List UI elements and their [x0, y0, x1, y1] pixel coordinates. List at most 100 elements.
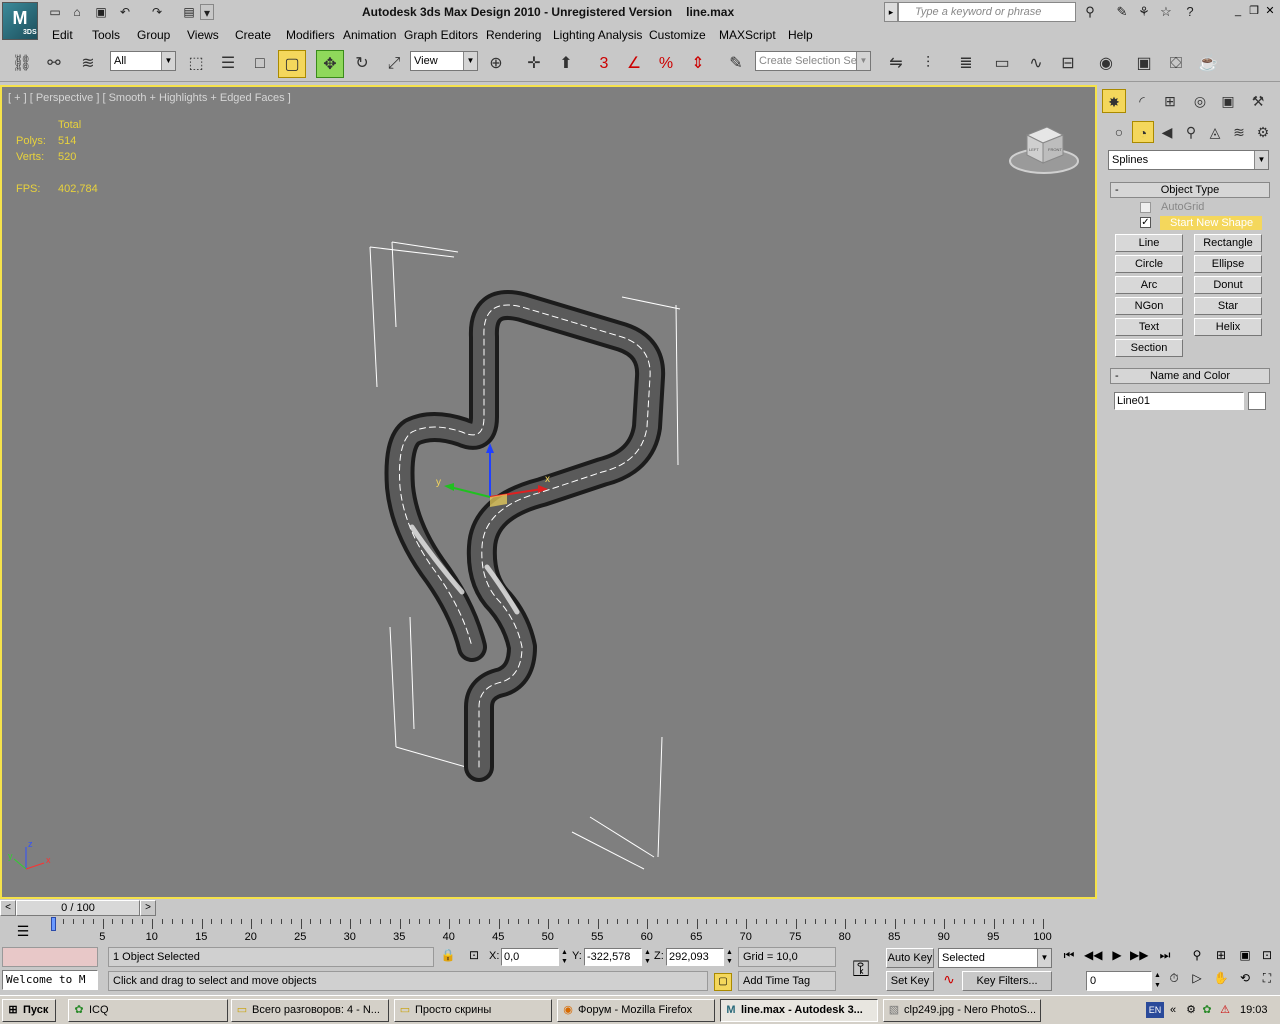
rectangle-button[interactable]: Rectangle: [1194, 234, 1262, 252]
ellipse-button[interactable]: Ellipse: [1194, 255, 1262, 273]
menu-help[interactable]: Help: [788, 28, 813, 42]
circle-button[interactable]: Circle: [1115, 255, 1183, 273]
angle-snap-icon[interactable]: ∠: [620, 50, 648, 78]
help-icon[interactable]: ?: [1180, 3, 1200, 21]
x-coord-input[interactable]: 0,0: [501, 948, 559, 966]
save-icon[interactable]: ▣: [92, 4, 110, 20]
menu-animation[interactable]: Animation: [343, 28, 396, 42]
named-selection-dropdown[interactable]: Create Selection Se ▼: [755, 51, 871, 71]
add-time-tag-button[interactable]: Add Time Tag: [738, 971, 836, 991]
time-next-button[interactable]: >: [140, 900, 156, 916]
current-frame-marker[interactable]: [51, 917, 56, 931]
select-object-icon[interactable]: ⬚: [182, 50, 210, 78]
menu-group[interactable]: Group: [137, 28, 170, 42]
time-slider[interactable]: < 0 / 100 >: [0, 899, 1097, 917]
field-of-view-icon[interactable]: ▷: [1188, 971, 1206, 989]
new-file-icon[interactable]: ▭: [46, 4, 64, 20]
arc-button[interactable]: Arc: [1115, 276, 1183, 294]
menu-tools[interactable]: Tools: [92, 28, 120, 42]
go-to-start-icon[interactable]: ⏮: [1060, 948, 1078, 966]
mini-curve-editor-icon[interactable]: ☰: [12, 923, 34, 941]
text-button[interactable]: Text: [1115, 318, 1183, 336]
orbit-icon[interactable]: ⟲: [1236, 971, 1254, 989]
zoom-extents-icon[interactable]: ▣: [1236, 948, 1254, 966]
ngon-button[interactable]: NGon: [1115, 297, 1183, 315]
next-frame-icon[interactable]: ▶▶: [1130, 948, 1148, 966]
z-coord-input[interactable]: 292,093: [666, 948, 724, 966]
open-file-icon[interactable]: ⌂: [68, 4, 86, 20]
tray-antivirus-icon[interactable]: ⚠: [1218, 1002, 1232, 1018]
selection-region-icon[interactable]: □: [246, 50, 274, 78]
object-color-swatch[interactable]: [1248, 392, 1266, 410]
modify-tab-icon[interactable]: ◜: [1130, 89, 1154, 113]
selection-filter-dropdown[interactable]: All ▼: [110, 51, 176, 71]
lock-selection-icon[interactable]: 🔒: [440, 948, 456, 964]
rendered-frame-window-icon[interactable]: ⛋: [1162, 50, 1190, 78]
time-slider-thumb[interactable]: 0 / 100: [16, 900, 140, 916]
mirror-icon[interactable]: ⇋: [882, 50, 910, 78]
bind-space-warp-icon[interactable]: ≋: [74, 50, 102, 78]
shapes-icon[interactable]: ◔: [1132, 121, 1154, 143]
quick-render-icon[interactable]: ☕: [1194, 50, 1222, 78]
pan-view-icon[interactable]: ✋: [1212, 971, 1230, 989]
menu-maxscript[interactable]: MAXScript: [719, 28, 776, 42]
set-key-icon[interactable]: ⚿: [840, 951, 882, 987]
object-name-input[interactable]: Line01: [1114, 392, 1244, 410]
material-editor-icon[interactable]: ◉: [1092, 50, 1120, 78]
current-frame-input[interactable]: 0: [1086, 971, 1152, 991]
geometry-icon[interactable]: ○: [1108, 121, 1130, 143]
absolute-mode-icon[interactable]: ⊡: [466, 948, 482, 964]
y-spinner[interactable]: ▲ ▼: [643, 948, 652, 966]
hierarchy-tab-icon[interactable]: ⊞: [1158, 89, 1182, 113]
taskbar-item-screenshots-folder[interactable]: ▭ Просто скрины: [394, 999, 552, 1022]
name-color-rollout-header[interactable]: - Name and Color: [1110, 368, 1270, 384]
app-logo-button[interactable]: M 3DS: [2, 2, 38, 40]
maxscript-input[interactable]: Welcome to M: [2, 970, 98, 990]
autogrid-checkbox[interactable]: [1140, 202, 1151, 213]
frame-spinner[interactable]: ▲ ▼: [1153, 971, 1162, 991]
menu-lighting-analysis[interactable]: Lighting Analysis: [553, 28, 642, 42]
layer-manager-icon[interactable]: ≣: [952, 50, 980, 78]
go-to-end-icon[interactable]: ⏭: [1156, 948, 1174, 966]
start-button[interactable]: ⊞ Пуск: [2, 999, 56, 1022]
key-filters-button[interactable]: Key Filters...: [962, 971, 1052, 991]
curve-editor-icon[interactable]: ∿: [1022, 50, 1050, 78]
donut-button[interactable]: Donut: [1194, 276, 1262, 294]
link-icon[interactable]: ⛓: [8, 50, 36, 78]
quick-access-dropdown[interactable]: ▾: [200, 4, 214, 20]
systems-icon[interactable]: ⚙: [1252, 121, 1274, 143]
tray-icq-icon[interactable]: ✿: [1200, 1002, 1214, 1018]
menu-modifiers[interactable]: Modifiers: [286, 28, 335, 42]
close-icon[interactable]: ✕: [1262, 3, 1278, 19]
align-icon[interactable]: ⫶: [914, 50, 942, 78]
track-bar[interactable]: ☰ 5 10 15 20 25 30 35 40 45 50 55 60 65 70 75 80 85 90 95 1…: [0, 917, 1097, 947]
communication-icon[interactable]: ⚘: [1134, 3, 1154, 21]
minimize-icon[interactable]: _: [1230, 3, 1246, 19]
render-setup-icon[interactable]: ▣: [1130, 50, 1158, 78]
redo-icon[interactable]: ↷: [148, 4, 166, 20]
perspective-viewport[interactable]: [ + ] [ Perspective ] [ Smooth + Highlig…: [0, 85, 1097, 899]
taskbar-item-3dsmax[interactable]: Mline.max - Autodesk 3...: [720, 999, 878, 1022]
keyboard-shortcut-icon[interactable]: ⬆: [552, 50, 580, 78]
spinner-snap-icon[interactable]: ⇕: [684, 50, 712, 78]
manipulate-icon[interactable]: ✛: [520, 50, 548, 78]
edit-named-selection-icon[interactable]: ✎: [722, 50, 750, 78]
graphite-toolbar-icon[interactable]: ▭: [988, 50, 1016, 78]
zoom-icon[interactable]: ⚲: [1188, 948, 1206, 966]
select-and-scale-icon[interactable]: ⤢: [380, 50, 408, 78]
menu-rendering[interactable]: Rendering: [486, 28, 541, 42]
auto-key-button[interactable]: Auto Key: [886, 948, 934, 968]
start-new-shape-button[interactable]: Start New Shape: [1160, 216, 1262, 230]
taskbar-item-nero[interactable]: ▧ clp249.jpg - Nero PhotoS...: [883, 999, 1041, 1022]
tray-network-icon[interactable]: ⚙: [1184, 1002, 1198, 1018]
menu-graph-editors[interactable]: Graph Editors: [404, 28, 478, 42]
menu-create[interactable]: Create: [235, 28, 271, 42]
taskbar-item-conversations[interactable]: ▭ Всего разговоров: 4 - N...: [231, 999, 389, 1022]
binoculars-icon[interactable]: ⚲: [1080, 3, 1100, 21]
create-tab-icon[interactable]: ✸: [1102, 89, 1126, 113]
helix-button[interactable]: Helix: [1194, 318, 1262, 336]
helpers-icon[interactable]: ◬: [1204, 121, 1226, 143]
select-by-name-icon[interactable]: ☰: [214, 50, 242, 78]
maxscript-listener-mini[interactable]: [2, 947, 98, 967]
key-mode-dropdown[interactable]: Selected ▼: [938, 948, 1052, 968]
